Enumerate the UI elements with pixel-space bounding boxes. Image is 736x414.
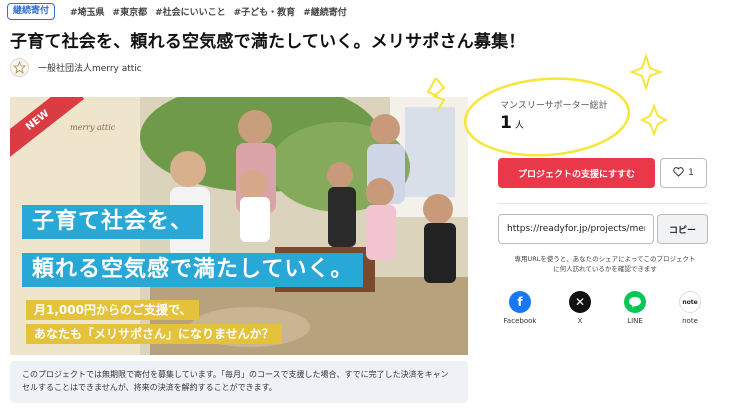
supporter-label: マンスリーサポーター総計 [500,101,608,111]
hero-headline-1: 子育て社会を、 [22,205,204,239]
continuous-donation-badge: 継続寄付 [7,3,56,20]
share-url-note: 専用URLを使うと、あなたのシェアによってこのプロジェクトに何人訪れているかを確… [514,255,696,273]
share-x[interactable]: ✕ X [560,291,600,325]
facebook-icon: f [509,291,531,313]
hero-subline-1: 月1,000円からのご支援で、 [26,300,200,320]
note-icon: note [679,291,701,313]
x-icon: ✕ [569,291,591,313]
share-line[interactable]: LINE [615,291,655,325]
tag-children-education[interactable]: #子ども・教育 [234,5,296,18]
share-label-note: note [682,317,698,325]
organization-name: 一般社団法人merry attic [38,64,142,74]
share-label-x: X [577,317,583,325]
tag-tokyo[interactable]: #東京都 [113,5,148,18]
hero-headline-2: 頼れる空気感で満たしていく。 [22,253,364,287]
support-project-button[interactable]: プロジェクトの支援にすすむ [498,158,655,188]
tag-social-good[interactable]: #社会にいいこと [155,5,226,18]
tag-saitama[interactable]: #埼玉県 [70,5,105,18]
brand-logo-text: merry attic [70,123,116,132]
organization[interactable]: 一般社団法人merry attic [10,58,142,77]
heart-icon [673,166,684,180]
share-note[interactable]: note note [670,291,710,325]
favorite-count: 1 [688,168,694,178]
hero-image: NEW merry attic 子育て社会を、 頼れる空気感で満たしていく。 月… [10,97,468,355]
supporter-count-number: 1 [500,113,512,133]
supporter-count: 1 人 [500,113,524,133]
org-logo-icon [10,58,29,77]
share-url-field[interactable] [498,214,654,244]
tag-continuous-donation[interactable]: #継続寄付 [303,5,347,18]
donation-notice: このプロジェクトでは無期限で寄付を募集しています。「毎月」のコースで支援した場合… [10,361,468,403]
copy-url-button[interactable]: コピー [657,214,708,244]
divider [498,203,708,204]
favorite-button[interactable]: 1 [660,158,707,188]
project-tags: #埼玉県 #東京都 #社会にいいこと #子ども・教育 #継続寄付 [70,5,347,18]
share-facebook[interactable]: f Facebook [500,291,540,325]
page-title: 子育て社会を、頼れる空気感で満たしていく。メリサポさん募集！ [10,32,526,52]
hero-subline-2: あなたも「メリサポさん」になりませんか？ [26,324,282,344]
share-label-line: LINE [627,317,643,325]
line-icon [624,291,646,313]
supporter-count-unit: 人 [514,121,524,131]
share-label-facebook: Facebook [503,317,537,325]
